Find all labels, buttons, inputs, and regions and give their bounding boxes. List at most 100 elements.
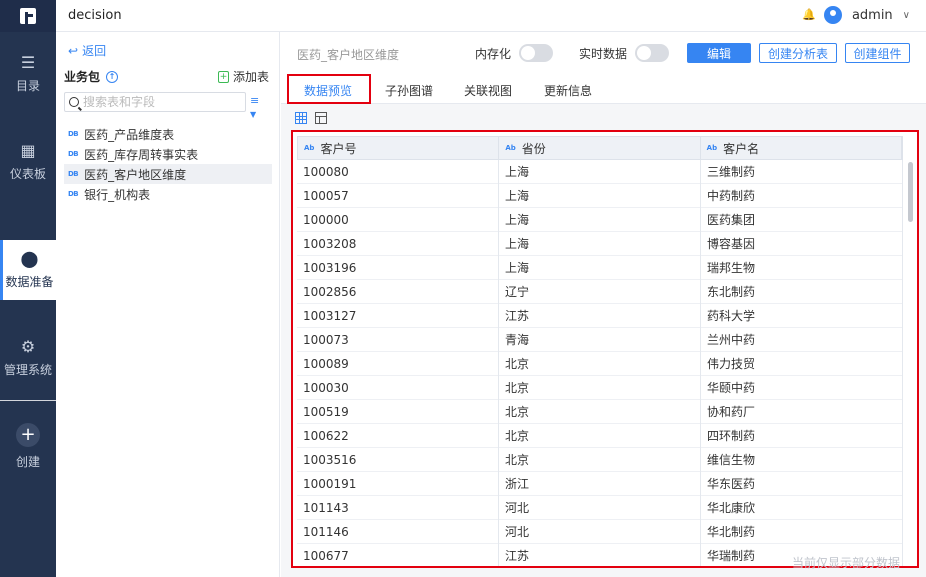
table-cell: 101143 [297, 496, 499, 520]
table-row[interactable]: 100519 北京 协和药厂 [297, 400, 903, 424]
list-item[interactable]: DB 医药_库存周转事实表 [56, 144, 280, 164]
table-row[interactable]: 100000 上海 医药集团 [297, 208, 903, 232]
list-item[interactable]: DB 银行_机构表 [56, 184, 280, 204]
sidebar-item-admin[interactable]: ⚙ 管理系统 [0, 328, 56, 388]
table-row[interactable]: 101143 河北 华北康欣 [297, 496, 903, 520]
user-name[interactable]: admin [852, 8, 893, 23]
back-button[interactable]: ↩ 返回 [68, 42, 106, 59]
realtime-toggle-group: 实时数据 [579, 44, 670, 62]
table-cell: 100089 [297, 352, 499, 376]
tab-data-preview[interactable]: 数据预览 [304, 82, 352, 99]
text-type-icon: Ab [706, 144, 718, 152]
table-row[interactable]: 1003127 江苏 药科大学 [297, 304, 903, 328]
table-row[interactable]: 100089 北京 伟力技贸 [297, 352, 903, 376]
table-cell: 江苏 [499, 304, 701, 328]
table-cell: 三维制药 [701, 160, 903, 184]
table-name: 银行_机构表 [84, 187, 151, 202]
package-panel: ↩ 返回 业务包 ↑ + 添加表 ≡▼ DB 医药_产品维度表 DB 医药_库存… [56, 32, 280, 577]
table-cell: 上海 [499, 232, 701, 256]
table-cell: 100000 [297, 208, 499, 232]
table-cell: 青海 [499, 328, 701, 352]
tab-relation-view[interactable]: 关联视图 [464, 82, 512, 99]
package-title: 业务包 ↑ [64, 68, 119, 85]
layout-view-icon[interactable] [315, 112, 327, 124]
column-label: 客户名 [723, 141, 760, 156]
sidebar-item-catalog[interactable]: ☰ 目录 [0, 44, 56, 104]
tab-update-info[interactable]: 更新信息 [544, 82, 592, 99]
realtime-toggle[interactable] [635, 44, 670, 62]
table-row[interactable]: 101146 河北 华北制药 [297, 520, 903, 544]
sidebar-item-data-prep[interactable]: ⬤ 数据准备 [0, 240, 56, 300]
table-row[interactable]: 100030 北京 华颐中药 [297, 376, 903, 400]
table-cell: 中药制药 [701, 184, 903, 208]
grid-view-icon[interactable] [295, 112, 307, 124]
table-name: 医药_库存周转事实表 [84, 147, 199, 162]
table-row[interactable]: 100073 青海 兰州中药 [297, 328, 903, 352]
table-row[interactable]: 1003516 北京 维信生物 [297, 448, 903, 472]
tab-bar: 数据预览 子孙图谱 关联视图 更新信息 [281, 74, 926, 104]
table-cell: 1003127 [297, 304, 499, 328]
create-analysis-button[interactable]: 创建分析表 [759, 43, 837, 63]
top-bar: decision 🔔 admin ∨ [0, 0, 926, 32]
memory-toggle-label: 内存化 [475, 46, 512, 61]
edit-button[interactable]: 编辑 [687, 43, 751, 63]
table-row[interactable]: 100622 北京 四环制药 [297, 424, 903, 448]
database-icon: ⬤ [20, 248, 39, 268]
table-cell: 华北康欣 [701, 496, 903, 520]
table-cell: 河北 [499, 520, 701, 544]
table-cell: 东北制药 [701, 280, 903, 304]
sort-icon[interactable]: ≡ ▼ [250, 94, 259, 120]
add-table-button[interactable]: + 添加表 [217, 68, 269, 85]
column-header-customer-id[interactable]: Ab 客户号 [298, 137, 500, 159]
table-row[interactable]: 1000191 浙江 华东医药 [297, 472, 903, 496]
table-cell: 1003208 [297, 232, 499, 256]
create-component-button[interactable]: 创建组件 [845, 43, 910, 63]
table-cell: 1003196 [297, 256, 499, 280]
db-icon: DB [68, 150, 79, 158]
column-header-province[interactable]: Ab 省份 [499, 137, 701, 159]
table-cell: 100519 [297, 400, 499, 424]
sidebar: ☰ 目录 ▦ 仪表板 ⬤ 数据准备 ⚙ 管理系统 + 创建 [0, 32, 56, 577]
table-row[interactable]: 1003196 上海 瑞邦生物 [297, 256, 903, 280]
data-preview-table: Ab 客户号 Ab 省份 Ab 客户名 100080 上海 三维制药 100057 上海… [291, 130, 919, 568]
table-cell: 上海 [499, 184, 701, 208]
list-item[interactable]: DB 医药_产品维度表 [56, 124, 280, 144]
table-row[interactable]: 1002856 辽宁 东北制药 [297, 280, 903, 304]
table-cell: 北京 [499, 376, 701, 400]
plus-icon: + [16, 422, 40, 447]
sidebar-item-label: 数据准备 [5, 274, 54, 289]
table-row[interactable]: 1003208 上海 博容基因 [297, 232, 903, 256]
list-item-selected[interactable]: DB 医药_客户地区维度 [64, 164, 272, 184]
table-cell: 北京 [499, 424, 701, 448]
db-icon: DB [68, 170, 79, 178]
table-row[interactable]: 100057 上海 中药制药 [297, 184, 903, 208]
sidebar-item-dashboard[interactable]: ▦ 仪表板 [0, 132, 56, 192]
chevron-down-icon[interactable]: ∨ [903, 10, 910, 21]
table-cell: 101146 [297, 520, 499, 544]
table-cell: 北京 [499, 400, 701, 424]
search-box[interactable] [64, 92, 246, 112]
app-logo[interactable] [0, 0, 56, 32]
settings-icon[interactable]: ↑ [106, 70, 119, 83]
back-label: 返回 [82, 44, 107, 58]
table-cell: 100057 [297, 184, 499, 208]
column-header-customer-name[interactable]: Ab 客户名 [701, 137, 902, 159]
sidebar-item-create[interactable]: + 创建 [0, 416, 56, 476]
sidebar-item-label: 创建 [15, 454, 40, 469]
table-cell: 上海 [499, 208, 701, 232]
table-row[interactable]: 100080 上海 三维制药 [297, 160, 903, 184]
search-input[interactable] [83, 95, 233, 109]
current-table-name: 医药_客户地区维度 [297, 48, 400, 62]
bell-icon[interactable]: 🔔 [802, 9, 816, 21]
table-body: 100080 上海 三维制药 100057 上海 中药制药 100000 上海 医药集团 1003… [297, 160, 903, 566]
vertical-scrollbar[interactable] [908, 162, 913, 222]
table-list: DB 医药_产品维度表 DB 医药_库存周转事实表 DB 医药_客户地区维度 D… [56, 124, 280, 204]
table-cell: 1003516 [297, 448, 499, 472]
avatar[interactable] [823, 6, 842, 24]
table-cell: 北京 [499, 448, 701, 472]
table-cell: 浙江 [499, 472, 701, 496]
db-icon: DB [68, 190, 79, 198]
search-icon [69, 97, 79, 107]
memory-toggle[interactable] [519, 44, 554, 62]
tab-lineage[interactable]: 子孙图谱 [385, 82, 433, 99]
